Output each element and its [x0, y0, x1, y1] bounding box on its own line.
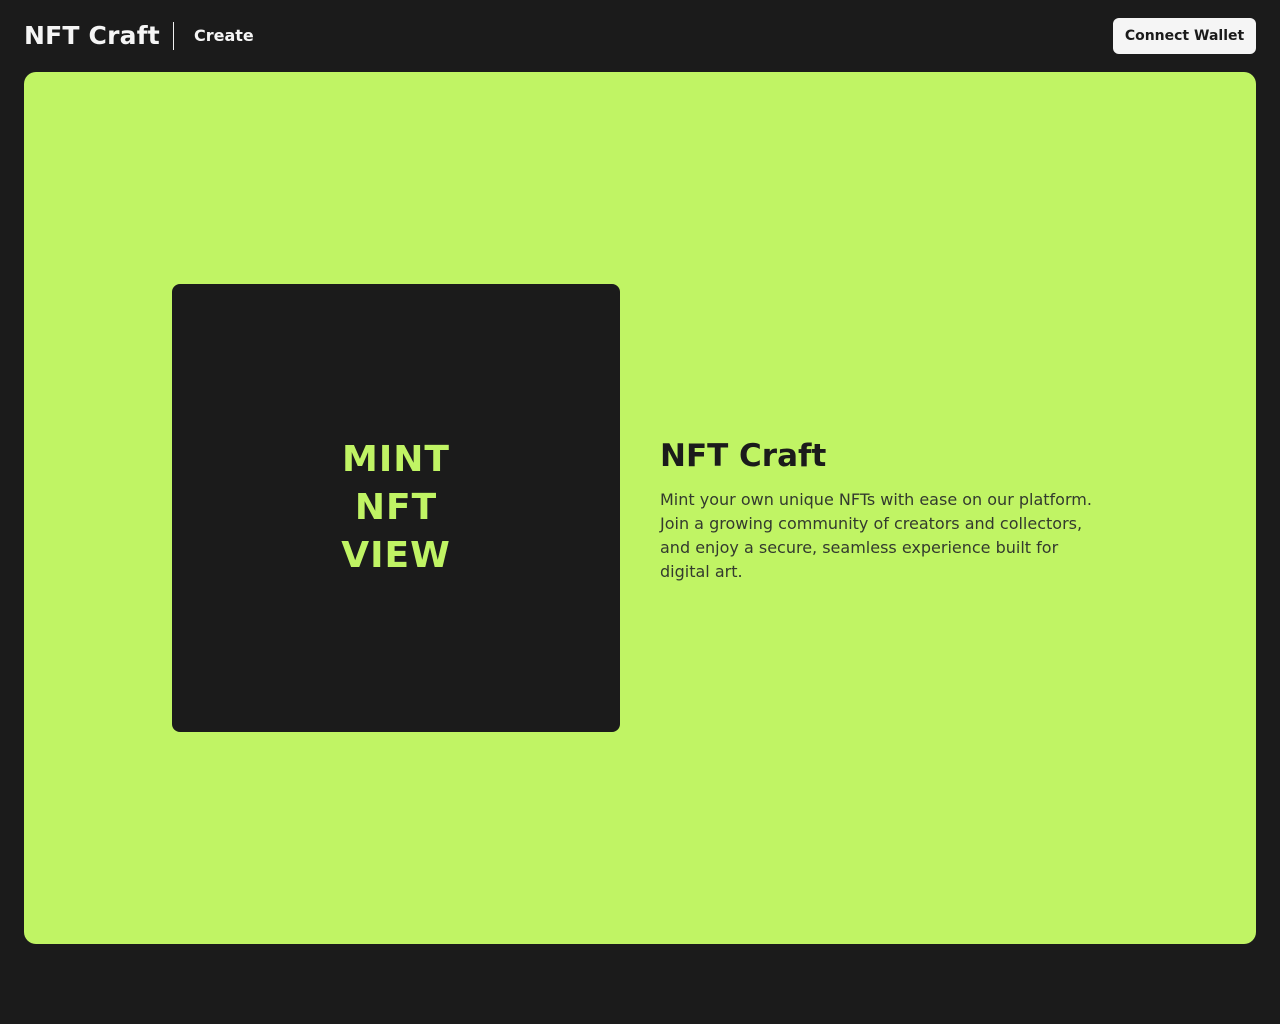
nav-create-link[interactable]: Create [194, 26, 254, 46]
hero-title: NFT Craft [660, 438, 827, 474]
connect-wallet-button[interactable]: Connect Wallet [1113, 18, 1256, 54]
nft-preview-card: MINT NFT VIEW [172, 284, 620, 732]
brand-logo[interactable]: NFT Craft [24, 20, 160, 52]
hero-panel: MINT NFT VIEW NFT Craft Mint your own un… [24, 72, 1256, 944]
preview-line-2: NFT [354, 487, 438, 528]
preview-line-3: VIEW [341, 535, 451, 576]
header-divider [173, 22, 174, 50]
hero-info: NFT Craft Mint your own unique NFTs with… [660, 436, 1110, 584]
preview-line-1: MINT [342, 439, 450, 480]
hero-description: Mint your own unique NFTs with ease on o… [660, 490, 1092, 581]
top-header: NFT Craft Create Connect Wallet [0, 0, 1280, 72]
